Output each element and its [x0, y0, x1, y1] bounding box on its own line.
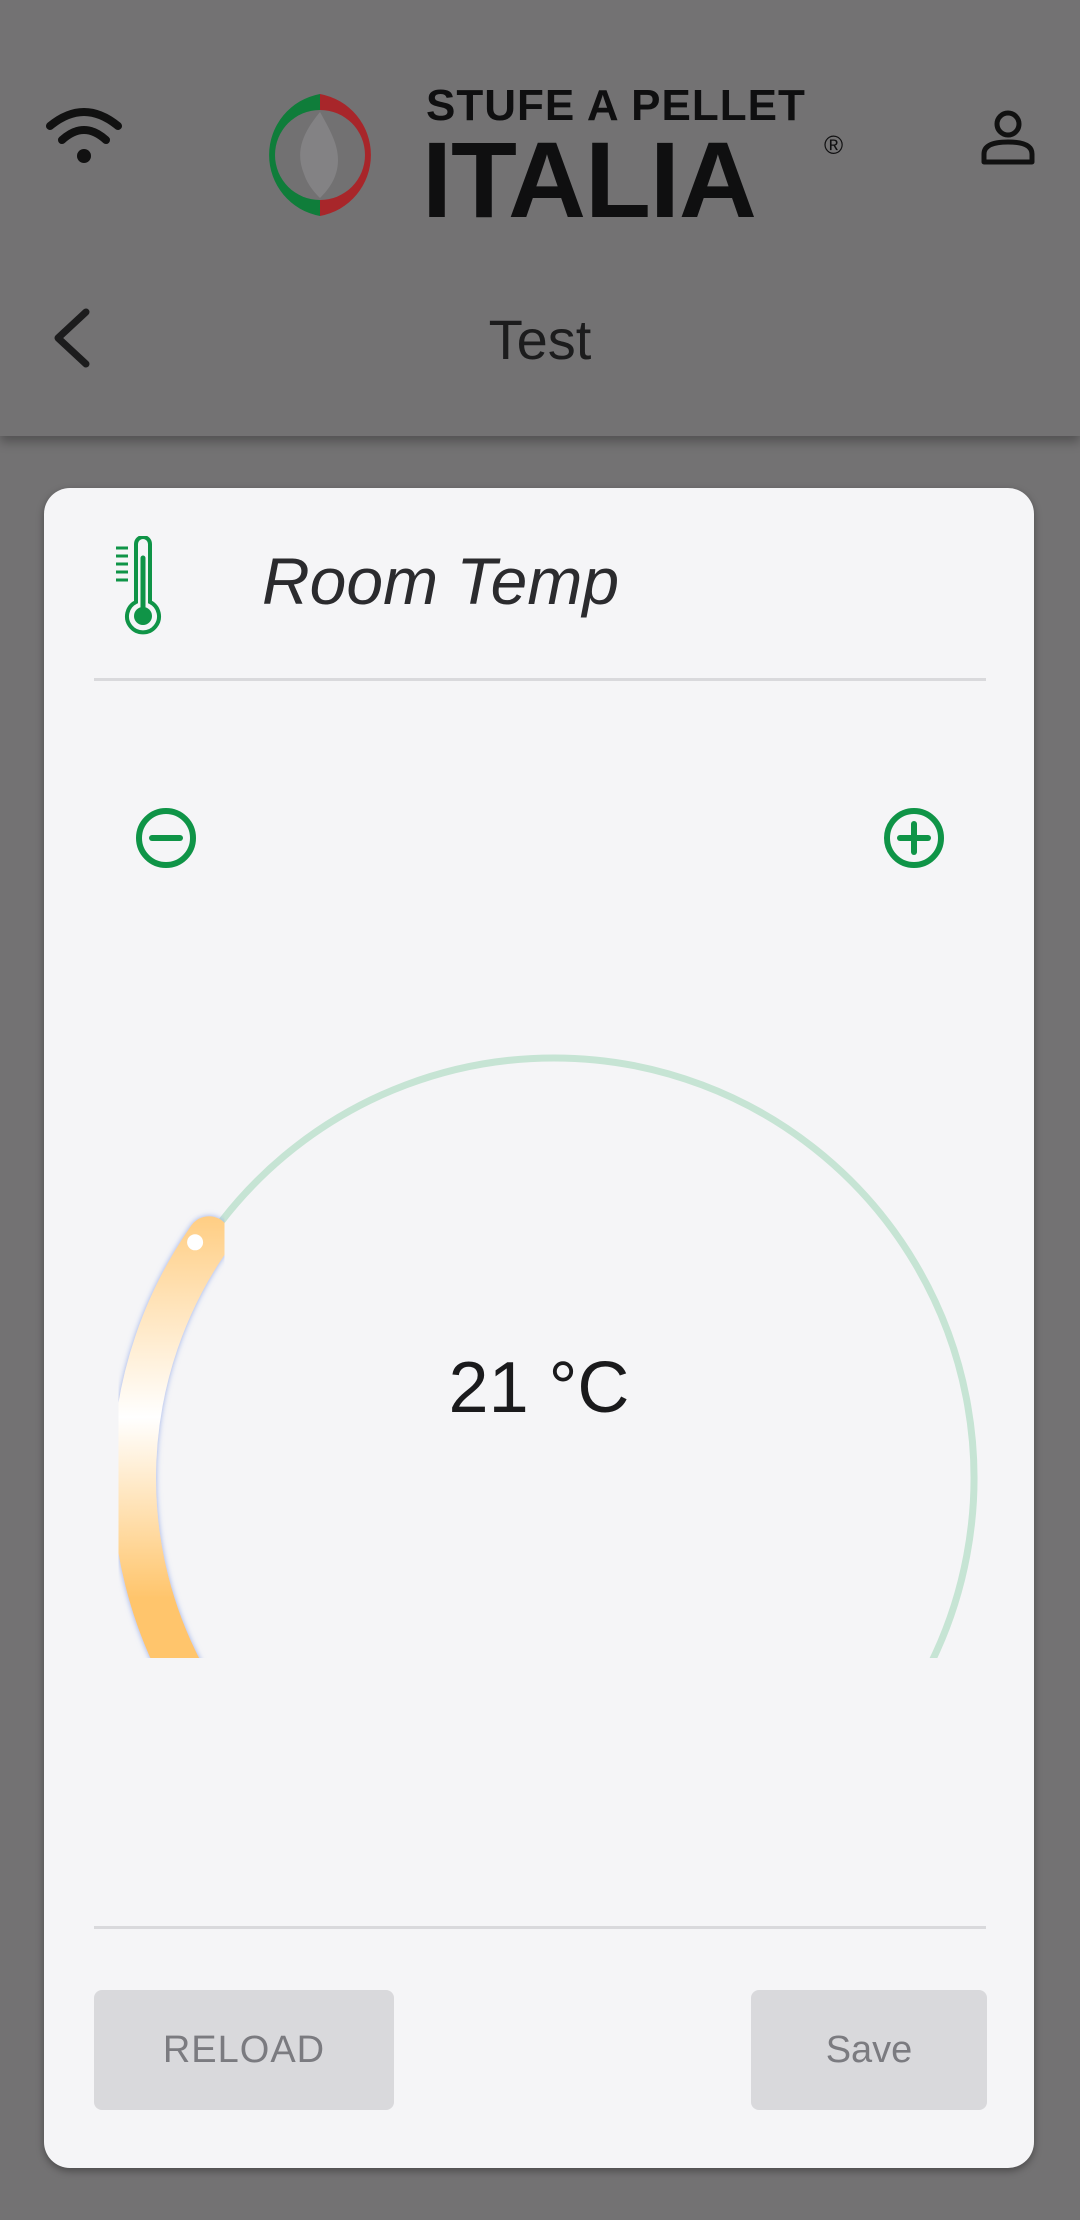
logo-mark [269, 94, 371, 216]
divider-top [94, 678, 986, 681]
user-icon[interactable] [978, 108, 1038, 168]
card-title: Room Temp [262, 544, 620, 618]
wifi-icon[interactable] [46, 104, 122, 168]
reload-button[interactable]: RELOAD [94, 1990, 394, 2110]
logo-line-2: ITALIA [422, 119, 757, 240]
room-temp-card: Room Temp 21 °C RELOAD Save [44, 488, 1034, 2168]
registered-mark: ® [824, 130, 844, 160]
divider-bottom [94, 1926, 986, 1929]
screen: STUFE A PELLET ITALIA ® Test Room Temp 2… [0, 0, 1080, 2220]
app-header: STUFE A PELLET ITALIA ® Test [0, 0, 1080, 436]
temperature-dial[interactable] [84, 938, 1024, 1658]
thermometer-icon [116, 536, 161, 635]
page-title: Test [488, 308, 592, 371]
brand-logo: STUFE A PELLET ITALIA ® [228, 84, 858, 234]
temperature-value: 21 °C [448, 1348, 630, 1428]
increase-button[interactable] [882, 806, 946, 870]
dial-knob[interactable] [187, 1234, 204, 1251]
dial-fill [112, 1216, 232, 1658]
decrease-button[interactable] [134, 806, 198, 870]
save-button[interactable]: Save [751, 1990, 987, 2110]
